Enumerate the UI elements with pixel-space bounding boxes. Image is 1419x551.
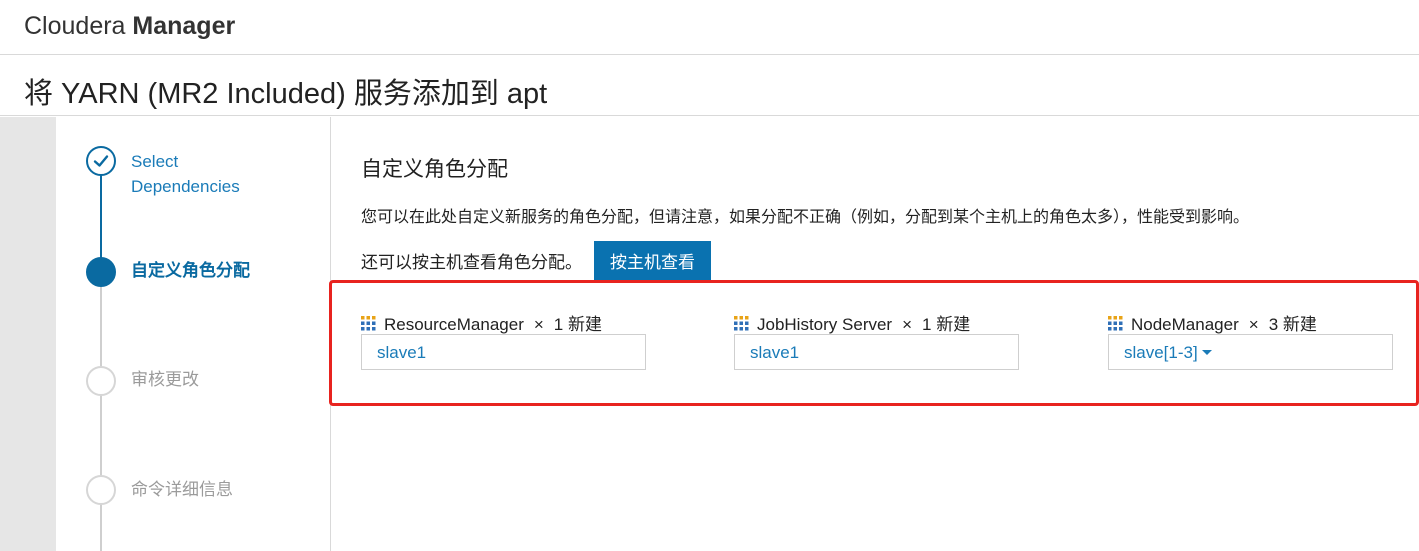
section-title: 自定义角色分配 <box>361 158 508 181</box>
role-times: × <box>1248 315 1259 334</box>
role-grid-icon <box>734 316 749 331</box>
role-grid-icon <box>361 316 376 331</box>
role-times: × <box>902 315 913 334</box>
caret-down-icon <box>1201 350 1212 355</box>
title-bar: 将 YARN (MR2 Included) 服务添加到 apt <box>0 56 1419 116</box>
role-host-dropdown[interactable]: slave[1-3] <box>1108 334 1393 370</box>
step-pending-dot <box>86 366 116 396</box>
wizard-steps: Select Dependencies 自定义角色分配 审核更改 命令详细信息 <box>56 117 331 551</box>
role-host-field[interactable]: slave1 <box>361 334 646 370</box>
step-done-icon <box>86 146 116 176</box>
role-jobhistory-server: JobHistory Server × 1 新建 slave1 <box>734 310 1019 370</box>
step-active-dot <box>86 257 116 287</box>
main-content: 自定义角色分配 您可以在此处自定义新服务的角色分配，但请注意，如果分配不正确（例… <box>329 117 1419 551</box>
page-title: 将 YARN (MR2 Included) 服务添加到 apt <box>24 78 548 110</box>
step-custom-roles[interactable]: 自定义角色分配 <box>131 258 250 283</box>
left-gutter <box>0 117 56 551</box>
role-name: NodeManager <box>1131 315 1239 334</box>
role-name: ResourceManager <box>384 315 524 334</box>
step-label-line1: Select <box>131 152 179 171</box>
steps-line-pending <box>100 287 102 551</box>
view-by-host-button[interactable]: 按主机查看 <box>594 241 711 280</box>
brand-light: Cloudera <box>24 12 126 40</box>
role-header: JobHistory Server × 1 新建 <box>734 310 1019 334</box>
step-select-dependencies[interactable]: Select Dependencies <box>131 149 240 199</box>
step-review-changes: 审核更改 <box>131 370 199 389</box>
step-label-line2: Dependencies <box>131 177 240 196</box>
role-nodemanager: NodeManager × 3 新建 slave[1-3] <box>1108 310 1393 370</box>
role-host-value: slave[1-3] <box>1124 343 1198 362</box>
description: 您可以在此处自定义新服务的角色分配，但请注意，如果分配不正确（例如，分配到某个主… <box>361 209 1250 226</box>
brand-logo[interactable]: Cloudera Manager <box>24 12 235 41</box>
role-times: × <box>533 315 544 334</box>
role-host-field[interactable]: slave1 <box>734 334 1019 370</box>
step-command-details: 命令详细信息 <box>131 480 233 499</box>
brand-bar: Cloudera Manager <box>0 0 1419 55</box>
role-resourcemanager: ResourceManager × 1 新建 slave1 <box>361 310 646 370</box>
role-count: 3 新建 <box>1268 315 1317 334</box>
role-count: 1 新建 <box>553 315 602 334</box>
role-grid-icon <box>1108 316 1123 331</box>
role-header: ResourceManager × 1 新建 <box>361 310 646 334</box>
check-icon <box>93 155 109 167</box>
step-pending-dot <box>86 475 116 505</box>
role-header: NodeManager × 3 新建 <box>1108 310 1393 334</box>
role-name: JobHistory Server <box>757 315 893 334</box>
role-host-value: slave1 <box>377 343 427 362</box>
role-count: 1 新建 <box>922 315 971 334</box>
role-host-value: slave1 <box>750 343 800 362</box>
view-by-host-hint: 还可以按主机查看角色分配。 <box>361 253 582 272</box>
brand-bold: Manager <box>132 12 236 40</box>
